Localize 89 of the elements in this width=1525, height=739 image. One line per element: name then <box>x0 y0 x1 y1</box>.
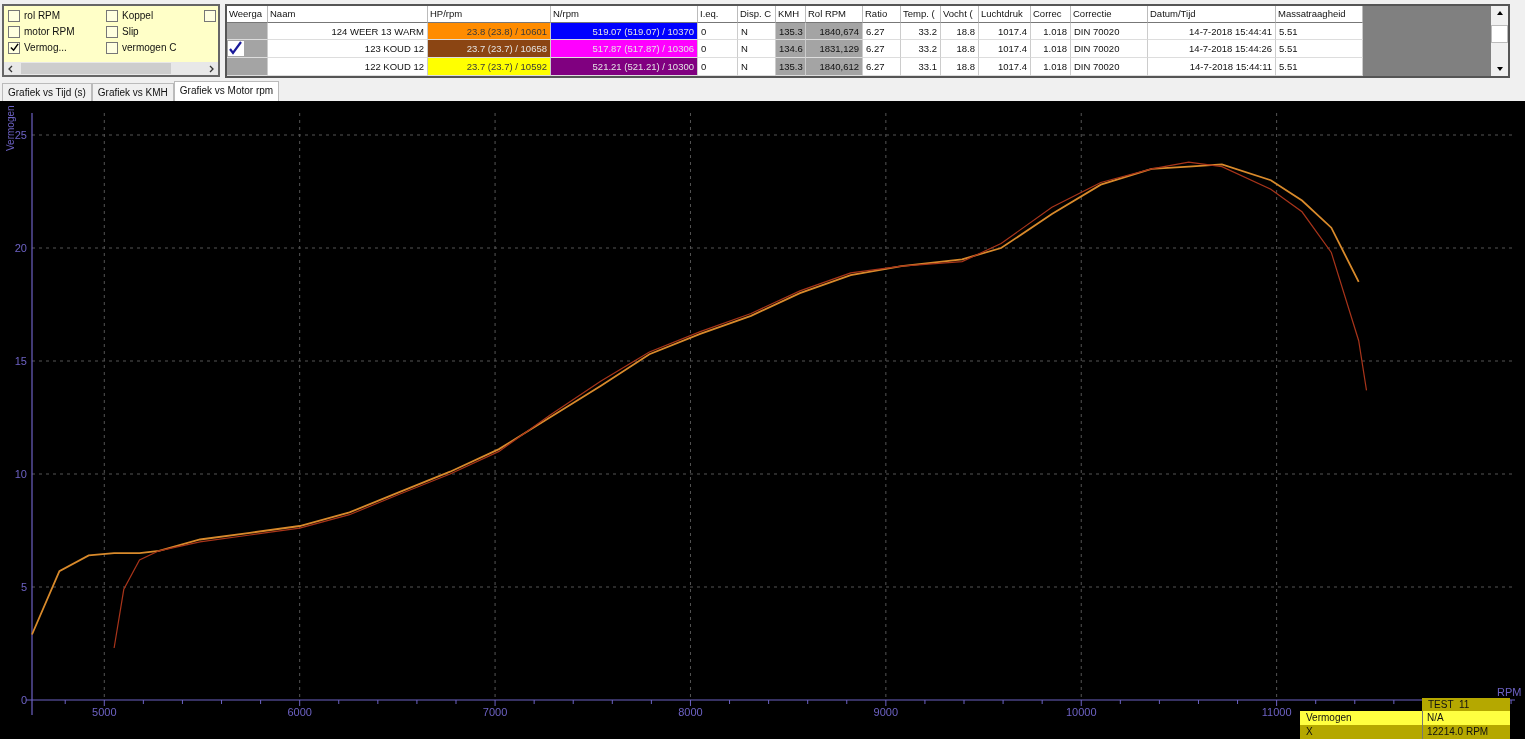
table-cell: 1017.4 <box>979 58 1031 76</box>
checkbox-label[interactable]: vermogen C <box>122 42 177 53</box>
x-tick-label: 6000 <box>287 706 312 718</box>
checkbox[interactable] <box>204 9 216 22</box>
table-cell: 5.51 <box>1276 40 1363 59</box>
table-cell: 6.27 <box>863 58 901 76</box>
column-header[interactable]: Vocht ( <box>941 6 979 23</box>
x-tick-label: 11000 <box>1261 706 1292 718</box>
checkbox[interactable] <box>106 9 118 22</box>
column-header[interactable]: KMH <box>776 6 806 23</box>
column-header[interactable]: Correc <box>1031 6 1071 23</box>
table-cell: DIN 70020 <box>1071 58 1148 76</box>
x-tick-label: 5000 <box>92 706 117 718</box>
x-axis-title: RPM <box>1497 686 1522 698</box>
scroll-right-icon[interactable] <box>207 64 215 73</box>
column-header[interactable]: N/rpm <box>551 6 698 23</box>
checkmark-icon <box>228 41 244 57</box>
vertical-scrollbar[interactable] <box>1491 6 1508 76</box>
cursor-label: X <box>1300 725 1423 739</box>
tab[interactable]: Grafiek vs Motor rpm <box>173 81 280 101</box>
table-cell: 1.018 <box>1031 40 1071 59</box>
y-tick-label: 25 <box>14 129 27 141</box>
cursor-value: 12214.0 RPM <box>1426 725 1490 739</box>
column-header[interactable]: Correctie <box>1071 6 1148 23</box>
column-header[interactable]: Rol RPM <box>806 6 863 23</box>
table-cell: DIN 70020 <box>1071 40 1148 59</box>
checkbox-label[interactable]: Koppel <box>122 10 154 21</box>
table-cell: 23.7 (23.7) / 10592 <box>428 58 551 76</box>
checkbox-label[interactable]: motor RPM <box>24 26 75 37</box>
table-cell: 18.8 <box>941 40 979 59</box>
x-tick-label: 7000 <box>482 706 508 718</box>
y-tick-label: 0 <box>20 694 27 706</box>
column-header[interactable]: Datum/Tijd <box>1148 6 1276 23</box>
table-cell: 517.87 (517.87) / 10306 <box>551 40 698 59</box>
checkbox[interactable] <box>8 25 20 38</box>
y-tick-label: 5 <box>20 581 27 593</box>
table-cell: 135.3 <box>776 58 806 76</box>
y-axis-title: Vermogen <box>5 105 16 151</box>
horizontal-scrollbar[interactable] <box>4 62 218 75</box>
table-cell: N <box>738 40 776 59</box>
tab[interactable]: Grafiek vs KMH <box>91 83 174 101</box>
checkbox-label[interactable]: Vermog... <box>24 42 67 53</box>
scroll-up-icon[interactable] <box>1495 9 1504 17</box>
column-header[interactable]: Naam <box>268 6 428 23</box>
table-cell: 122 KOUD 12 <box>268 58 428 76</box>
x-tick-label: 9000 <box>873 706 899 718</box>
table-cell: 5.51 <box>1276 58 1363 76</box>
checkbox[interactable] <box>106 25 118 38</box>
column-header[interactable]: Ratio <box>863 6 901 23</box>
checkbox-label[interactable]: Slip <box>122 26 139 37</box>
table-cell: 33.2 <box>901 40 941 59</box>
y-tick-label: 15 <box>14 355 27 367</box>
checkbox[interactable] <box>8 41 20 54</box>
table-cell: 0 <box>698 40 738 59</box>
column-header[interactable]: I.eq. <box>698 6 738 23</box>
column-header[interactable]: Luchtdruk <box>979 6 1031 23</box>
table-cell: 1831,129 <box>806 40 863 59</box>
tab[interactable]: Grafiek vs Tijd (s) <box>2 83 92 101</box>
table-cell: 134.6 <box>776 40 806 59</box>
table-cell: 1.018 <box>1031 58 1071 76</box>
table-cell: 14-7-2018 15:44:11 <box>1148 58 1276 76</box>
table-cell: 18.8 <box>941 58 979 76</box>
column-header[interactable]: HP/rpm <box>428 6 551 23</box>
table-cell: 1840,612 <box>806 58 863 76</box>
table-cell: 0 <box>698 58 738 76</box>
y-tick-label: 10 <box>14 468 27 480</box>
row-selector[interactable] <box>227 40 268 59</box>
column-header[interactable]: Weerga <box>227 6 268 23</box>
scroll-down-icon[interactable] <box>1495 65 1504 73</box>
table-cell: 33.1 <box>901 58 941 76</box>
table-cell: N <box>738 58 776 76</box>
y-tick-label: 20 <box>14 242 27 254</box>
table-cell: 1017.4 <box>979 40 1031 59</box>
table-cell: 123 KOUD 12 <box>268 40 428 59</box>
x-tick-label: 8000 <box>678 706 703 718</box>
checkbox[interactable] <box>8 9 20 22</box>
checkbox[interactable] <box>106 41 118 54</box>
table-cell: 6.27 <box>863 40 901 59</box>
column-header[interactable]: Temp. ( <box>901 6 941 23</box>
scroll-left-icon[interactable] <box>7 64 15 73</box>
table-cell: 14-7-2018 15:44:26 <box>1148 40 1276 59</box>
x-tick-label: 10000 <box>1065 706 1097 718</box>
cursor-title: TEST 11 <box>1422 698 1510 711</box>
table-cell: 521.21 (521.21) / 10300 <box>551 58 698 76</box>
column-header[interactable]: Disp. C <box>738 6 776 23</box>
column-header[interactable]: Massatraagheid <box>1276 6 1363 23</box>
cursor-value: N/A <box>1426 711 1445 725</box>
checkbox-label[interactable]: rol RPM <box>24 10 61 21</box>
table-cell: 23.7 (23.7) / 10658 <box>428 40 551 59</box>
